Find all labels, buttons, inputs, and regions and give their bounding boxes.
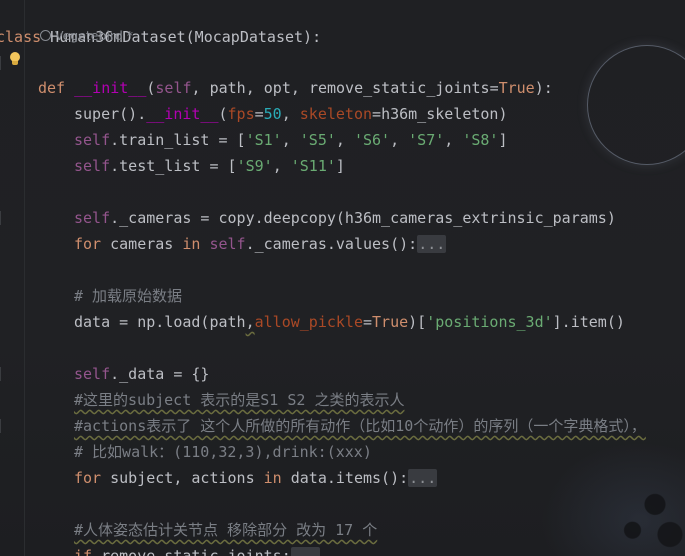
- code-text: data.items():: [281, 469, 409, 487]
- keyword: for: [74, 469, 102, 487]
- code-text: ._cameras = copy.deepcopy(h36m_cameras_e…: [110, 209, 616, 227]
- code-text: .test_list = [: [110, 157, 237, 175]
- code-text: data = np.load(path: [74, 313, 246, 331]
- self-token: self: [74, 157, 111, 175]
- keyword: True: [498, 79, 535, 97]
- background-moon-decoration: [588, 46, 685, 164]
- code-editor[interactable]: class Human36mDataset(MocapDataset): Veg…: [0, 0, 685, 556]
- code-line-cameras-copy[interactable]: self._cameras = copy.deepcopy(h36m_camer…: [0, 179, 616, 227]
- keyword: def: [38, 79, 66, 97]
- code-vision-author[interactable]: Vegetebird *: [40, 26, 133, 46]
- code-text: ._cameras.values():: [245, 235, 418, 253]
- self-token: self: [74, 365, 111, 383]
- background-tree-decoration: [610, 470, 685, 556]
- punctuation: ,: [390, 131, 409, 149]
- punctuation: =: [254, 105, 264, 123]
- string-literal: 'positions_3d': [426, 313, 553, 331]
- code-line-if-remove[interactable]: if remove_static_joints:...: [0, 517, 320, 556]
- code-line-super-init[interactable]: super().__init__(fps=50, skeleton=h36m_s…: [0, 75, 508, 123]
- kwarg-name: skeleton: [299, 105, 373, 123]
- code-text: ._data = {}: [110, 365, 210, 383]
- code-line-test-list[interactable]: self.test_list = ['S9', 'S11']: [0, 127, 345, 175]
- folded-region-button[interactable]: ...: [408, 469, 438, 487]
- kwarg-name: allow_pickle: [254, 313, 363, 331]
- string-literal: 'S1': [245, 131, 282, 149]
- punctuation: ]: [335, 157, 345, 175]
- number-literal: 50: [263, 105, 282, 123]
- code-line-for-cameras[interactable]: for cameras in self._cameras.values():..…: [0, 205, 447, 253]
- punctuation: ,: [444, 131, 463, 149]
- string-literal: 'S6': [353, 131, 391, 149]
- self-token: self: [155, 79, 192, 97]
- code-text: .train_list = [: [110, 131, 246, 149]
- keyword: for: [74, 235, 102, 253]
- code-text: h36m_skeleton): [381, 105, 508, 123]
- code-text: remove_static_joints:: [92, 547, 291, 556]
- function-name: __init__: [146, 105, 219, 123]
- param-name: remove_static_joints: [308, 79, 490, 97]
- code-line-comment[interactable]: # 比如walk：(110,32,3),drink:(xxx): [0, 413, 372, 461]
- keyword: in: [263, 469, 282, 487]
- string-literal: 'S7': [408, 131, 445, 149]
- code-text: super().: [74, 105, 147, 123]
- punctuation: ,: [335, 131, 354, 149]
- punctuation: ,: [281, 131, 300, 149]
- self-token: self: [74, 131, 111, 149]
- keyword: in: [182, 235, 201, 253]
- string-literal: 'S5': [299, 131, 336, 149]
- function-name: __init__: [74, 79, 147, 97]
- code-text: cameras: [101, 235, 183, 253]
- comment-text: # 加载原始数据: [74, 287, 183, 305]
- self-token: self: [200, 235, 246, 253]
- punctuation: )[: [408, 313, 427, 331]
- code-line-np-load[interactable]: data = np.load(path,allow_pickle=True)['…: [0, 283, 625, 331]
- keyword: if: [74, 547, 93, 556]
- punctuation: ,: [272, 157, 291, 175]
- code-line-comment[interactable]: # 加载原始数据: [0, 257, 182, 305]
- punctuation: =: [489, 79, 499, 97]
- punctuation: ]: [498, 131, 508, 149]
- string-literal: 'S8': [462, 131, 499, 149]
- punctuation: ,: [281, 105, 300, 123]
- code-text: ].item(): [552, 313, 625, 331]
- string-literal: 'S9': [236, 157, 273, 175]
- code-line-comment[interactable]: #actions表示了 这个人所做的所有动作（比如10个动作）的序列（一个字典格…: [0, 387, 646, 435]
- self-token: self: [74, 209, 111, 227]
- kwarg-name: fps: [227, 105, 255, 123]
- punctuation: =: [372, 105, 382, 123]
- comment-text: #actions表示了 这个人所做的所有动作（比如10个动作）的序列（一个字典格…: [74, 417, 646, 435]
- punctuation: ,: [245, 313, 255, 331]
- comment-text: #这里的subject 表示的是S1 S2 之类的表示人: [74, 391, 405, 409]
- author-icon: [40, 30, 51, 41]
- folded-region-button[interactable]: ...: [417, 235, 447, 253]
- code-line-def-init[interactable]: def __init__(self, path, opt, remove_sta…: [0, 49, 553, 97]
- comment-text: #人体姿态估计关节点 移除部分 改为 17 个: [74, 521, 378, 539]
- comment-text: # 比如walk：(110,32,3),drink:(xxx): [74, 443, 372, 461]
- code-line-train-list[interactable]: self.train_list = ['S1', 'S5', 'S6', 'S7…: [0, 101, 508, 149]
- author-name: Vegetebird *: [55, 28, 133, 43]
- code-text: subject, actions: [101, 469, 264, 487]
- params-text: , path, opt,: [191, 79, 309, 97]
- punctuation: ):: [534, 79, 553, 97]
- code-line-data-dict[interactable]: self._data = {}: [0, 335, 209, 383]
- punctuation: =: [363, 313, 373, 331]
- keyword: True: [372, 313, 409, 331]
- code-line-comment[interactable]: #这里的subject 表示的是S1 S2 之类的表示人: [0, 361, 404, 409]
- code-line-for-subject[interactable]: for subject, actions in data.items():...: [0, 439, 438, 487]
- keyword: class: [0, 28, 42, 46]
- code-line-class[interactable]: class Human36mDataset(MocapDataset):: [0, 0, 321, 46]
- folded-region-button[interactable]: ...: [290, 547, 320, 556]
- punctuation: (: [218, 105, 228, 123]
- code-line-comment[interactable]: #人体姿态估计关节点 移除部分 改为 17 个: [0, 491, 377, 539]
- string-literal: 'S11': [290, 157, 336, 175]
